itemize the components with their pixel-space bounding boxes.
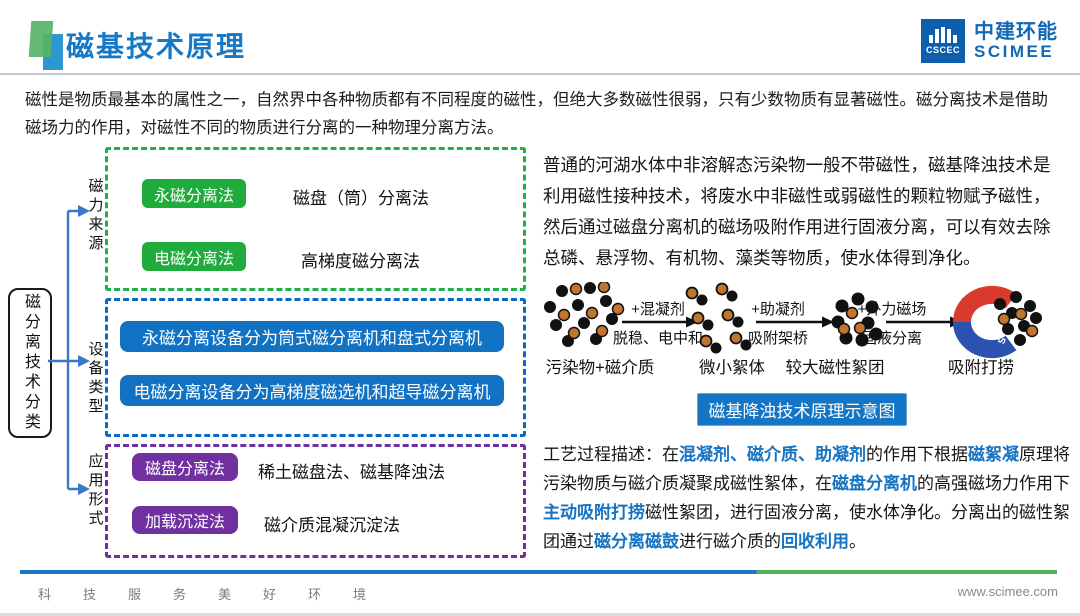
stage-label-micro-floc: 微小絮体: [684, 354, 780, 378]
plain-text: 工艺过程描述：在: [543, 445, 679, 464]
company-logo: CSCEC 中建环能 SCIMEE: [921, 19, 1058, 63]
footer-slogan: 科技服务美好环境: [38, 584, 398, 603]
plain-text: 。: [849, 532, 866, 551]
plain-text: 的高强磁场力作用下: [917, 474, 1070, 493]
dashed-box-equipment-type: [105, 298, 526, 437]
plain-text: 进行磁介质的: [679, 532, 781, 551]
title-accent-green-icon: [29, 21, 54, 57]
header-divider: [0, 73, 1080, 75]
desc-disc-drum-separation: 磁盘（筒）分离法: [293, 184, 429, 209]
stage-label-large-floc: 较大磁性絮团: [780, 354, 890, 378]
stage-label-pollutant-media: 污染物+磁介质: [540, 354, 660, 378]
footer-website-url: www.scimee.com: [958, 584, 1058, 599]
node-permanent-equipment: 永磁分离设备分为筒式磁分离机和盘式分离机: [120, 321, 504, 352]
desc-high-gradient-separation: 高梯度磁分离法: [301, 247, 420, 272]
slide-magnetic-technology: { "header": { "title": "磁基技术原理", "logo":…: [0, 0, 1080, 616]
arrow2-reagent-label: +助凝剂: [734, 298, 822, 319]
technology-description: 普通的河湖水体中非溶解态污染物一般不带磁性，磁基降浊技术是利用磁性接种技术，将废…: [543, 150, 1067, 274]
highlighted-term: 磁分离磁鼓: [594, 532, 679, 551]
node-permanent-magnet-method: 永磁分离法: [142, 179, 246, 208]
page-title: 磁基技术原理: [66, 25, 246, 65]
footer-accent-line: [20, 570, 1057, 574]
highlighted-term: 回收利用: [781, 532, 849, 551]
highlighted-term: 混凝剂、磁介质、助凝剂: [679, 445, 866, 464]
logo-name-cn: 中建环能: [974, 22, 1058, 43]
node-loading-sedimentation-method: 加载沉淀法: [132, 506, 238, 534]
logo-text: 中建环能 SCIMEE: [974, 22, 1058, 61]
highlighted-term: 主动吸附打捞: [543, 503, 645, 522]
group-label-source: 磁力来源: [86, 174, 104, 258]
arrow2-action-label: 吸附架桥: [734, 327, 822, 348]
plain-text: 的作用下根据: [866, 445, 968, 464]
node-electromagnetic-method: 电磁分离法: [142, 242, 246, 271]
highlighted-term: 磁盘分离机: [832, 474, 917, 493]
arrow1-reagent-label: +混凝剂: [614, 298, 702, 319]
cscec-emblem-text: CSCEC: [926, 46, 960, 55]
intro-paragraph: 磁性是物质最基本的属性之一，自然界中各种物质都有不同程度的磁性，但绝大多数磁性很…: [25, 86, 1063, 142]
cscec-emblem-bars: [929, 27, 957, 43]
node-electromagnetic-equipment: 电磁分离设备分为高梯度磁选机和超导磁分离机: [120, 375, 504, 406]
group-label-equipment: 设备类型: [86, 337, 104, 421]
desc-media-coagulation-sedimentation: 磁介质混凝沉淀法: [264, 511, 400, 536]
desc-rare-earth-disc: 稀土磁盘法、磁基降浊法: [258, 458, 445, 483]
logo-name-en: SCIMEE: [974, 43, 1058, 61]
process-description: 工艺过程描述：在混凝剂、磁介质、助凝剂的作用下根据磁絮凝原理将污染物质与磁介质凝…: [543, 440, 1073, 556]
stage-label-adsorption: 吸附打捞: [938, 354, 1024, 378]
group-label-application: 应用形式: [86, 449, 104, 533]
arrow3-action-label: 固液分离: [848, 327, 936, 348]
arrow3-field-label: +外力磁场: [844, 298, 940, 319]
process-diagram-caption: 磁基降浊技术原理示意图: [697, 393, 907, 426]
arrow1-action-label: 脱稳、电中和: [596, 327, 720, 348]
node-disc-separation-method: 磁盘分离法: [132, 453, 238, 481]
highlighted-term: 磁絮凝: [968, 445, 1019, 464]
cscec-emblem-icon: CSCEC: [921, 19, 965, 63]
